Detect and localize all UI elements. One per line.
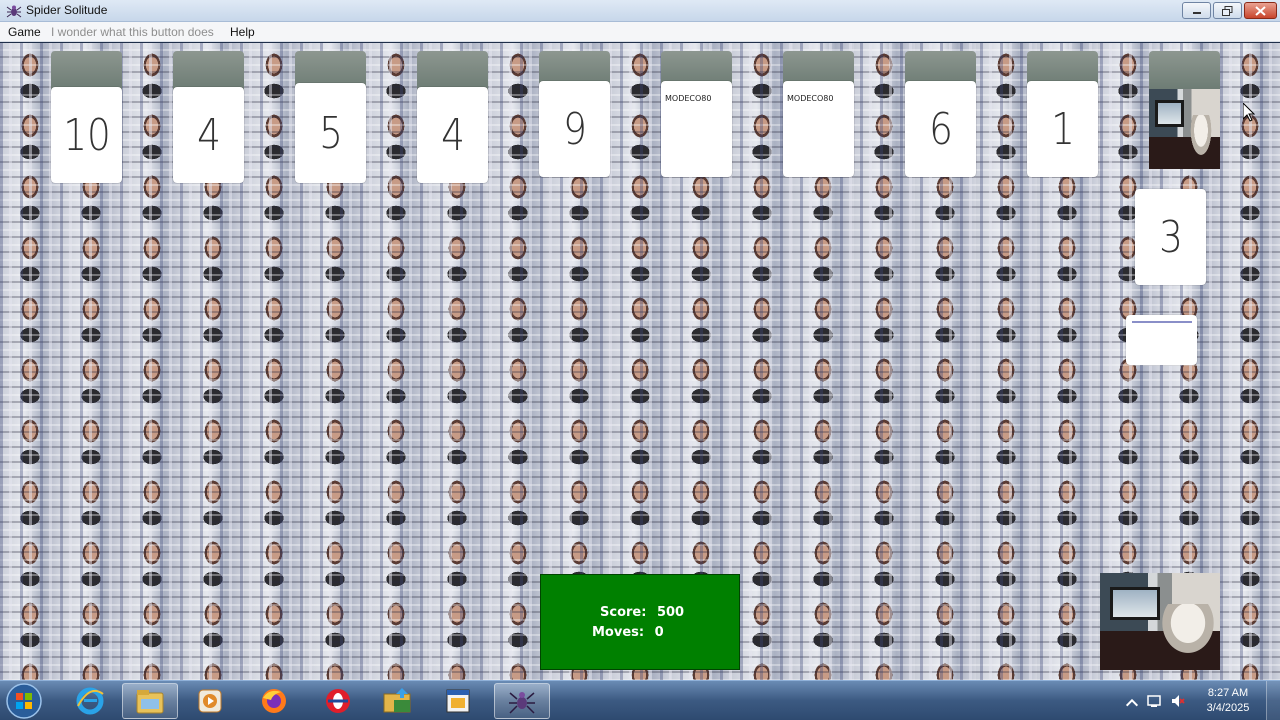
menu-help[interactable]: Help bbox=[230, 25, 255, 39]
moves-label: Moves: bbox=[592, 625, 645, 640]
menu-game[interactable]: Game bbox=[8, 25, 41, 39]
menu-mystery-button[interactable]: I wonder what this button does bbox=[51, 25, 214, 39]
score-value: 500 bbox=[656, 605, 685, 620]
score-panel: Score: 500 Moves: 0 bbox=[540, 574, 740, 670]
card-back bbox=[1149, 51, 1220, 91]
menu-bar: Game I wonder what this button does Help bbox=[0, 22, 1280, 42]
taskbar-media-player[interactable] bbox=[182, 683, 238, 719]
tableau-card-2[interactable]: 4 bbox=[173, 87, 244, 183]
taskbar: 8:27 AM 3/4/2025 bbox=[0, 680, 1280, 720]
tableau-card-5[interactable]: 9 bbox=[539, 81, 610, 177]
card-back bbox=[51, 51, 122, 91]
stock-pile[interactable] bbox=[1100, 573, 1220, 670]
taskbar-firefox[interactable] bbox=[246, 683, 302, 719]
tableau-card-8[interactable]: 6 bbox=[905, 81, 976, 177]
mouse-cursor-icon bbox=[1243, 103, 1255, 122]
program-window-icon bbox=[446, 689, 470, 713]
volume-muted-icon[interactable] bbox=[1170, 693, 1186, 709]
system-clock[interactable]: 8:27 AM 3/4/2025 bbox=[1196, 686, 1260, 716]
taskbar-spider-solitude[interactable] bbox=[494, 683, 550, 719]
tableau-card-1[interactable]: 10 bbox=[51, 87, 122, 183]
minimize-button[interactable] bbox=[1182, 2, 1211, 19]
media-player-icon bbox=[198, 689, 222, 713]
title-bar: Spider Solitude bbox=[0, 0, 1280, 22]
minimize-icon bbox=[1192, 11, 1201, 14]
tableau-card-7[interactable]: MODECO80 bbox=[783, 81, 854, 177]
tableau-card-9[interactable]: 1 bbox=[1027, 81, 1098, 177]
restore-button[interactable] bbox=[1213, 2, 1242, 19]
show-desktop-button[interactable] bbox=[1266, 681, 1280, 720]
spider-solitude-icon bbox=[509, 692, 535, 714]
action-center-icon[interactable] bbox=[1146, 693, 1162, 709]
close-button[interactable] bbox=[1244, 2, 1277, 19]
clock-time: 8:27 AM bbox=[1207, 687, 1249, 699]
start-button[interactable] bbox=[4, 682, 44, 720]
show-hidden-icons-icon[interactable] bbox=[1124, 695, 1140, 711]
taskbar-internet-explorer[interactable] bbox=[62, 683, 118, 719]
clock-date: 3/4/2025 bbox=[1206, 702, 1250, 714]
moves-value: 0 bbox=[654, 625, 664, 640]
taskbar-explorer-folder[interactable] bbox=[370, 683, 426, 719]
taskbar-file-explorer[interactable] bbox=[122, 683, 178, 719]
card-ghost bbox=[1126, 315, 1197, 365]
window-title: Spider Solitude bbox=[26, 3, 108, 17]
explorer-folder-icon bbox=[383, 688, 411, 713]
firefox-icon bbox=[262, 689, 286, 713]
taskbar-opera[interactable] bbox=[310, 683, 366, 719]
spider-icon bbox=[6, 5, 22, 18]
score-label: Score: bbox=[600, 605, 647, 620]
close-icon bbox=[1255, 5, 1266, 16]
restore-icon bbox=[1222, 5, 1233, 16]
internet-explorer-icon bbox=[76, 687, 104, 715]
dragged-card[interactable]: 3 bbox=[1135, 189, 1206, 285]
tableau-card-4[interactable]: 4 bbox=[417, 87, 488, 183]
card-back bbox=[173, 51, 244, 91]
card-back bbox=[417, 51, 488, 91]
tableau-card-3[interactable]: 5 bbox=[295, 83, 366, 183]
file-explorer-icon bbox=[136, 690, 164, 714]
tableau-card-10-photo[interactable] bbox=[1149, 89, 1220, 169]
opera-icon bbox=[326, 689, 350, 713]
tableau-card-6[interactable]: MODECO80 bbox=[661, 81, 732, 177]
taskbar-program-window[interactable] bbox=[430, 683, 486, 719]
